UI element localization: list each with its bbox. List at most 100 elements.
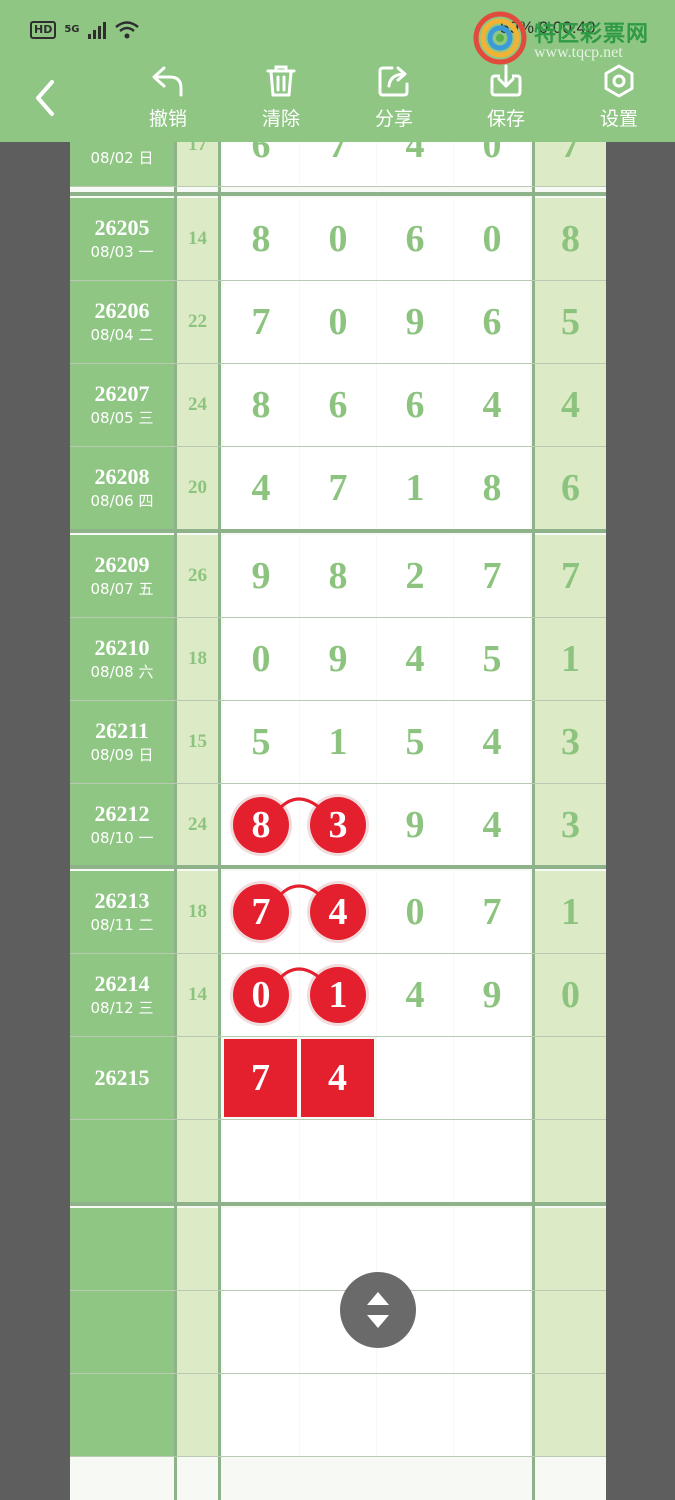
save-button[interactable]: 保存	[466, 64, 546, 136]
digit-cell[interactable]: 7	[300, 142, 376, 186]
highlighted-digit[interactable]: 7	[233, 884, 289, 940]
digit-cell[interactable]: 9	[223, 535, 299, 617]
empty-cell[interactable]	[300, 1120, 376, 1202]
digit-cell[interactable]: 0	[300, 281, 376, 363]
undo-icon	[152, 66, 183, 97]
highlighted-digit[interactable]: 0	[233, 967, 289, 1023]
highlighted-digit[interactable]: 8	[233, 797, 289, 853]
digit-cell[interactable]: 0	[223, 618, 299, 700]
digit-cell[interactable]: 4	[223, 447, 299, 529]
period-cell	[70, 1208, 174, 1290]
row-divider	[70, 186, 606, 187]
highlighted-digit[interactable]: 3	[310, 797, 366, 853]
empty-cell[interactable]	[223, 1291, 299, 1373]
digit-cell[interactable]: 4	[300, 871, 376, 953]
sum-cell: 20	[177, 447, 218, 529]
digit-cell[interactable]: 8	[454, 447, 530, 529]
digit-cell[interactable]: 6	[377, 364, 453, 446]
trend-table[interactable]: 2620408/02 日17674072620508/03 一148060826…	[70, 142, 606, 1500]
digit-cell[interactable]: 7	[454, 535, 530, 617]
clear-button[interactable]: 清除	[241, 64, 321, 136]
share-button[interactable]: 分享	[354, 64, 434, 136]
digit-cell[interactable]: 3	[300, 784, 376, 866]
sum-cell: 14	[177, 198, 218, 280]
empty-cell[interactable]	[454, 1120, 530, 1202]
digit-cell[interactable]: 4	[377, 618, 453, 700]
digit-cell[interactable]: 1	[300, 954, 376, 1036]
empty-cell[interactable]	[454, 1208, 530, 1290]
row-divider	[70, 700, 606, 701]
empty-cell[interactable]	[454, 1037, 530, 1119]
period-number: 26206	[94, 298, 150, 323]
row-divider	[70, 1036, 606, 1037]
period-cell: 26214 08/12 三	[70, 954, 174, 1036]
share-label: 分享	[374, 108, 413, 130]
settings-button[interactable]: 设置	[579, 64, 659, 136]
empty-cell[interactable]	[377, 1374, 453, 1456]
digit-cell[interactable]: 6	[377, 198, 453, 280]
digit-cell[interactable]: 7	[454, 871, 530, 953]
digit-cell[interactable]: 4	[377, 142, 453, 186]
digit-cell[interactable]: 8	[223, 784, 299, 866]
digit-cell[interactable]: 6	[223, 142, 299, 186]
digit-cell[interactable]: 4	[454, 701, 530, 783]
digit-cell[interactable]: 1	[377, 447, 453, 529]
undo-button[interactable]: 撤销	[128, 64, 208, 136]
digit-cell[interactable]: 4	[454, 784, 530, 866]
digit-cell[interactable]: 9	[377, 281, 453, 363]
digit-cell[interactable]: 7	[223, 871, 299, 953]
tail-cell: 3	[535, 784, 606, 866]
back-button[interactable]	[28, 76, 64, 120]
digit-cell[interactable]: 8	[300, 535, 376, 617]
digit-cell[interactable]: 9	[454, 954, 530, 1036]
period-number: 26208	[94, 464, 150, 489]
empty-cell[interactable]	[377, 1120, 453, 1202]
network-type: 5G	[64, 24, 80, 35]
period-cell	[70, 1291, 174, 1373]
prediction-cell[interactable]: 7	[224, 1039, 297, 1117]
empty-cell[interactable]	[300, 1374, 376, 1456]
highlighted-digit[interactable]: 1	[310, 967, 366, 1023]
tail-cell	[535, 1291, 606, 1373]
sum-cell: 17	[177, 142, 218, 186]
digit-cell[interactable]: 0	[300, 198, 376, 280]
digit-cell[interactable]: 6	[454, 281, 530, 363]
digit-cell[interactable]: 0	[454, 142, 530, 186]
prediction-cell[interactable]: 4	[301, 1039, 374, 1117]
highlighted-digit[interactable]: 4	[310, 884, 366, 940]
digit-cell[interactable]: 4	[377, 954, 453, 1036]
digit-cell[interactable]: 1	[300, 701, 376, 783]
digit-cell[interactable]: 7	[223, 281, 299, 363]
empty-cell[interactable]	[454, 1374, 530, 1456]
top-bar: HD 5G 59% 0:00:40 特区彩票网 www.tqcp.net 撤销 …	[0, 0, 675, 142]
watermark-logo-icon	[473, 11, 527, 65]
digit-cell[interactable]: 0	[377, 871, 453, 953]
group-divider	[70, 192, 606, 196]
digit-cell[interactable]: 0	[454, 198, 530, 280]
period-date: 08/02 日	[90, 149, 154, 167]
digit-cell[interactable]: 9	[377, 784, 453, 866]
digit-cell[interactable]: 2	[377, 535, 453, 617]
digit-cell[interactable]: 8	[223, 364, 299, 446]
row-divider	[70, 446, 606, 447]
period-date: 08/09 日	[90, 746, 154, 764]
empty-cell[interactable]	[223, 1208, 299, 1290]
digit-cell[interactable]: 5	[377, 701, 453, 783]
download-icon	[490, 64, 522, 97]
digit-cell[interactable]: 5	[223, 701, 299, 783]
group-divider	[70, 865, 606, 869]
digit-cell[interactable]: 6	[300, 364, 376, 446]
digit-cell[interactable]: 7	[300, 447, 376, 529]
empty-cell[interactable]	[223, 1120, 299, 1202]
digit-cell[interactable]: 8	[223, 198, 299, 280]
period-date: 08/06 四	[90, 492, 154, 510]
empty-cell[interactable]	[454, 1291, 530, 1373]
empty-cell[interactable]	[223, 1374, 299, 1456]
digit-cell[interactable]: 5	[454, 618, 530, 700]
empty-cell[interactable]	[377, 1037, 453, 1119]
digit-cell[interactable]: 4	[454, 364, 530, 446]
digit-cell[interactable]: 9	[300, 618, 376, 700]
digit-cell[interactable]: 0	[223, 954, 299, 1036]
hexagon-gear-icon	[604, 64, 634, 98]
scroll-toggle-button[interactable]	[340, 1272, 416, 1348]
